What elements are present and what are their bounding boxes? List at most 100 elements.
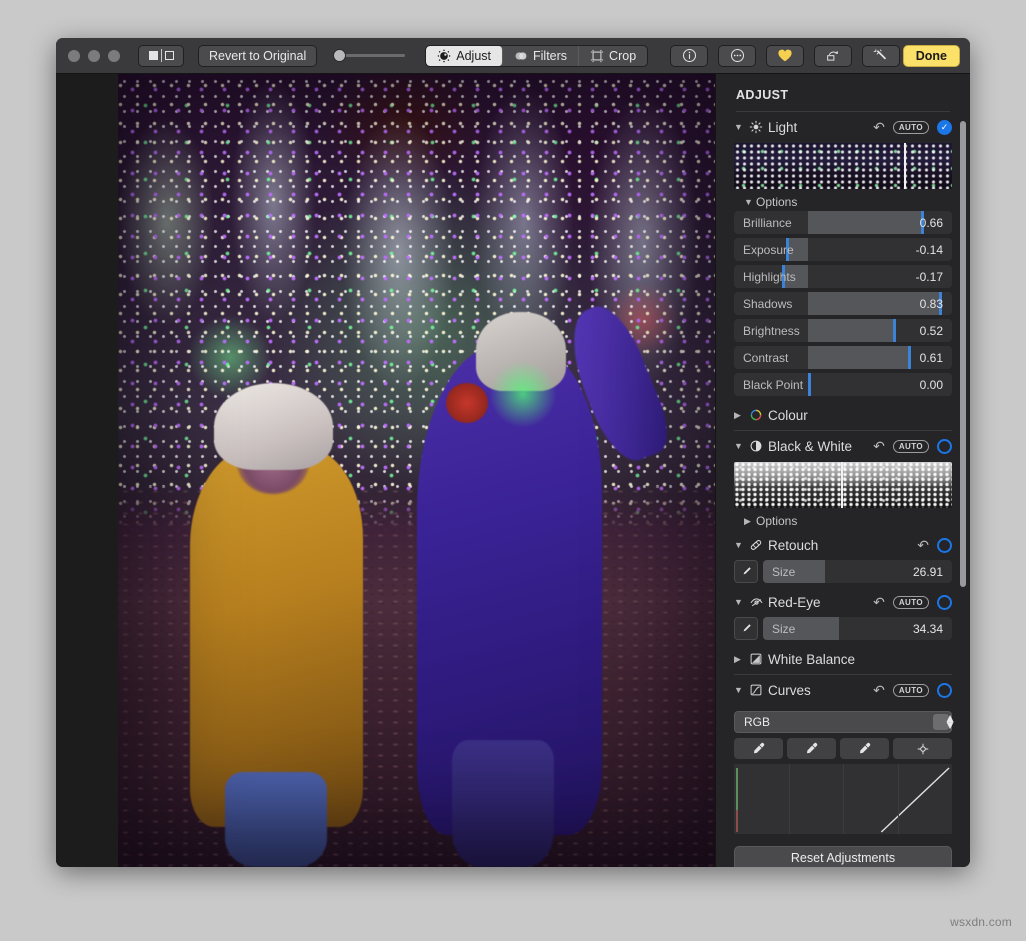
- sidebar-toggle-button[interactable]: [138, 45, 184, 67]
- auto-enhance-button[interactable]: [862, 45, 900, 67]
- section-red-eye-header[interactable]: ▼ Red-Eye ↶ AUTO: [734, 587, 952, 617]
- disclosure-triangle-open-icon[interactable]: ▼: [744, 197, 756, 207]
- bw-variations-strip[interactable]: [734, 462, 952, 508]
- close-window-button[interactable]: [68, 50, 80, 62]
- section-white-balance-header[interactable]: ▶ White Balance: [734, 644, 952, 674]
- curves-histogram-green: [736, 768, 738, 816]
- slider-contrast[interactable]: Contrast 0.61: [734, 346, 952, 369]
- disclosure-triangle-open-icon[interactable]: ▼: [734, 441, 746, 451]
- section-light-label: Light: [768, 120, 873, 135]
- section-curves-header[interactable]: ▼ Curves ↶ AUTO: [734, 675, 952, 705]
- disclosure-triangle-closed-icon[interactable]: ▶: [734, 410, 746, 421]
- disclosure-triangle-open-icon[interactable]: ▼: [734, 597, 746, 607]
- slider-brightness[interactable]: Brightness 0.52: [734, 319, 952, 342]
- zoom-slider[interactable]: [333, 45, 405, 67]
- revert-icon[interactable]: ↶: [873, 119, 885, 136]
- screen: Revert to Original: [0, 0, 1026, 941]
- ellipsis-circle-icon: [730, 48, 745, 63]
- tab-filters[interactable]: Filters: [503, 46, 579, 66]
- rotate-icon: [825, 48, 841, 63]
- slider-shadows[interactable]: Shadows 0.83: [734, 292, 952, 315]
- adjust-dial-icon: [437, 49, 451, 63]
- minimize-window-button[interactable]: [88, 50, 100, 62]
- slider-highlights[interactable]: Highlights -0.17: [734, 265, 952, 288]
- tab-adjust[interactable]: Adjust: [426, 46, 503, 66]
- disclosure-triangle-closed-icon[interactable]: ▶: [744, 516, 756, 527]
- more-options-button[interactable]: [718, 45, 756, 67]
- rotate-button[interactable]: [814, 45, 852, 67]
- heart-icon: [777, 48, 793, 63]
- revert-to-original-button[interactable]: Revert to Original: [198, 45, 317, 67]
- auto-badge[interactable]: AUTO: [893, 684, 929, 697]
- slider-black-point-label: Black Point: [734, 378, 803, 392]
- section-curves-toggle[interactable]: [937, 683, 952, 698]
- crop-frame-icon: [590, 49, 604, 63]
- slider-brilliance-label: Brilliance: [734, 216, 792, 230]
- retouch-brush-button[interactable]: [734, 560, 758, 583]
- chevron-updown-icon[interactable]: ▲▼: [933, 714, 949, 730]
- grey-point-eyedropper[interactable]: [787, 738, 836, 759]
- bandage-icon: [746, 538, 766, 552]
- revert-icon[interactable]: ↶: [917, 537, 929, 554]
- retouch-size-label: Size: [763, 565, 795, 579]
- revert-icon[interactable]: ↶: [873, 682, 885, 699]
- disclosure-triangle-open-icon[interactable]: ▼: [734, 540, 746, 550]
- curves-icon: [746, 683, 766, 697]
- slider-shadows-label: Shadows: [734, 297, 792, 311]
- revert-icon[interactable]: ↶: [873, 438, 885, 455]
- disclosure-triangle-open-icon[interactable]: ▼: [734, 685, 746, 695]
- light-options-label: Options: [756, 195, 797, 209]
- reset-adjustments-button[interactable]: Reset Adjustments: [734, 846, 952, 867]
- section-light-header[interactable]: ▼ Light ↶ AUTO: [734, 112, 952, 142]
- tab-crop[interactable]: Crop: [579, 46, 647, 66]
- red-eye-size-slider[interactable]: Size 34.34: [763, 617, 952, 640]
- slider-brightness-value: 0.52: [920, 324, 952, 338]
- panel-scrollbar[interactable]: [960, 121, 966, 587]
- slider-brilliance[interactable]: Brilliance 0.66: [734, 211, 952, 234]
- bw-options-label: Options: [756, 514, 797, 528]
- curves-channel-select[interactable]: RGB ▲▼: [734, 711, 952, 733]
- section-light-toggle[interactable]: ✓: [937, 120, 952, 135]
- section-retouch-header[interactable]: ▼ Retouch ↶: [734, 530, 952, 560]
- favourite-button[interactable]: [766, 45, 804, 67]
- light-options-row[interactable]: ▼ Options: [734, 193, 952, 211]
- light-variations-strip[interactable]: [734, 143, 952, 189]
- add-point-button[interactable]: [893, 738, 952, 759]
- slider-black-point[interactable]: Black Point 0.00: [734, 373, 952, 396]
- traffic-light-buttons: [68, 50, 120, 62]
- section-black-and-white-toggle[interactable]: [937, 439, 952, 454]
- black-point-eyedropper[interactable]: [734, 738, 783, 759]
- slider-black-point-value: 0.00: [920, 378, 952, 392]
- curves-graph[interactable]: [734, 764, 952, 834]
- section-retouch-toggle[interactable]: [937, 538, 952, 553]
- retouch-size-slider[interactable]: Size 26.91: [763, 560, 952, 583]
- white-point-eyedropper[interactable]: [840, 738, 889, 759]
- curves-picker-row: [734, 738, 952, 759]
- revert-icon[interactable]: ↶: [873, 594, 885, 611]
- done-button[interactable]: Done: [903, 45, 960, 67]
- red-eye-brush-button[interactable]: [734, 617, 758, 640]
- maximize-window-button[interactable]: [108, 50, 120, 62]
- auto-badge[interactable]: AUTO: [893, 596, 929, 609]
- zoom-slider-track: [343, 54, 405, 57]
- eye-slash-icon: [746, 595, 766, 609]
- section-red-eye-label: Red-Eye: [768, 595, 873, 610]
- disclosure-triangle-open-icon[interactable]: ▼: [734, 122, 746, 132]
- slider-exposure[interactable]: Exposure -0.14: [734, 238, 952, 261]
- slider-contrast-label: Contrast: [734, 351, 788, 365]
- section-red-eye-toggle[interactable]: [937, 595, 952, 610]
- slider-brightness-label: Brightness: [734, 324, 800, 338]
- info-button[interactable]: [670, 45, 708, 67]
- section-colour-header[interactable]: ▶ Colour: [734, 400, 952, 430]
- crosshair-icon: [916, 742, 930, 756]
- edited-photo[interactable]: [118, 74, 715, 867]
- auto-badge[interactable]: AUTO: [893, 440, 929, 453]
- bw-options-row[interactable]: ▶ Options: [734, 512, 952, 530]
- zoom-slider-knob[interactable]: [333, 49, 346, 62]
- section-white-balance-label: White Balance: [768, 652, 952, 667]
- section-curves: ▼ Curves ↶ AUTO: [716, 675, 970, 867]
- auto-badge[interactable]: AUTO: [893, 121, 929, 134]
- section-black-and-white-header[interactable]: ▼ Black & White ↶ AUTO: [734, 431, 952, 461]
- disclosure-triangle-closed-icon[interactable]: ▶: [734, 654, 746, 665]
- section-red-eye: ▼ Red-Eye ↶ AUTO: [716, 587, 970, 640]
